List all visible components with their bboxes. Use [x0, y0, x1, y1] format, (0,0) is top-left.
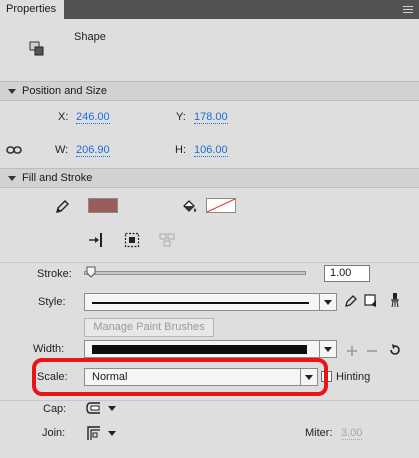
collapse-triangle-icon	[8, 176, 16, 181]
stroke-style-preview	[92, 302, 309, 304]
y-label: Y:	[176, 111, 186, 123]
stroke-slider-thumb[interactable]	[86, 266, 96, 278]
collapse-triangle-icon	[8, 89, 16, 94]
paint-bucket-icon	[180, 199, 198, 215]
pencil-icon	[54, 199, 70, 215]
scale-label: Scale:	[37, 371, 68, 383]
align-stroke-center-icon[interactable]	[124, 232, 140, 248]
paint-brush-library-icon[interactable]	[364, 294, 378, 308]
stroke-width-input[interactable]: 1.00	[324, 265, 370, 282]
miter-value[interactable]: 3.00	[341, 427, 363, 440]
scale-dropdown-value: Normal	[92, 371, 128, 383]
style-label: Style:	[38, 296, 66, 308]
properties-tab[interactable]: Properties	[0, 0, 64, 19]
align-stroke-inside-icon[interactable]	[88, 232, 106, 248]
manage-paint-brushes-button[interactable]: Manage Paint Brushes	[84, 318, 214, 337]
shape-icon	[28, 40, 46, 58]
delete-width-profile-icon[interactable]	[366, 345, 378, 357]
divider	[0, 400, 419, 401]
join-type-selector[interactable]	[86, 425, 118, 441]
join-label: Join:	[42, 427, 66, 439]
w-value[interactable]: 206.90	[76, 144, 110, 157]
cap-label: Cap:	[43, 403, 67, 415]
w-label: W:	[55, 144, 69, 156]
object-type-label: Shape	[74, 31, 106, 43]
section-title: Fill and Stroke	[22, 172, 93, 184]
x-value[interactable]: 246.00	[76, 111, 110, 124]
brush-options-icon[interactable]	[388, 292, 402, 308]
dropdown-arrow-icon	[319, 341, 336, 357]
add-width-profile-icon[interactable]	[346, 345, 358, 357]
dropdown-arrow-icon	[319, 294, 336, 310]
stroke-width-slider-track[interactable]	[84, 266, 306, 278]
x-label: X:	[58, 111, 69, 123]
panel-menu-icon[interactable]	[403, 6, 413, 13]
miter-label: Miter:	[305, 427, 333, 439]
reset-width-profile-icon[interactable]	[388, 343, 402, 357]
width-label: Width:	[33, 343, 65, 355]
hinting-checkbox[interactable]	[321, 371, 332, 382]
stroke-color-swatch[interactable]	[88, 198, 118, 213]
y-value[interactable]: 178.00	[194, 111, 228, 124]
hinting-label: Hinting	[336, 371, 371, 383]
section-title: Position and Size	[22, 85, 107, 97]
divider	[0, 262, 419, 263]
width-profile-dropdown[interactable]	[84, 340, 337, 358]
cap-type-selector[interactable]	[86, 401, 118, 415]
edit-stroke-style-icon[interactable]	[344, 294, 358, 308]
stroke-label: Stroke:	[37, 268, 72, 280]
stroke-style-dropdown[interactable]	[84, 293, 337, 311]
scale-dropdown[interactable]: Normal	[84, 368, 318, 386]
fill-stroke-header[interactable]: Fill and Stroke	[0, 168, 419, 188]
align-stroke-outside-icon[interactable]	[158, 232, 176, 248]
h-label: H:	[175, 144, 186, 156]
link-constrain-icon[interactable]	[6, 144, 22, 156]
position-size-header[interactable]: Position and Size	[0, 81, 419, 101]
h-value[interactable]: 106.00	[194, 144, 228, 157]
dropdown-arrow-icon	[300, 369, 317, 385]
fill-color-swatch-none[interactable]	[206, 198, 236, 213]
width-profile-preview	[92, 345, 307, 354]
